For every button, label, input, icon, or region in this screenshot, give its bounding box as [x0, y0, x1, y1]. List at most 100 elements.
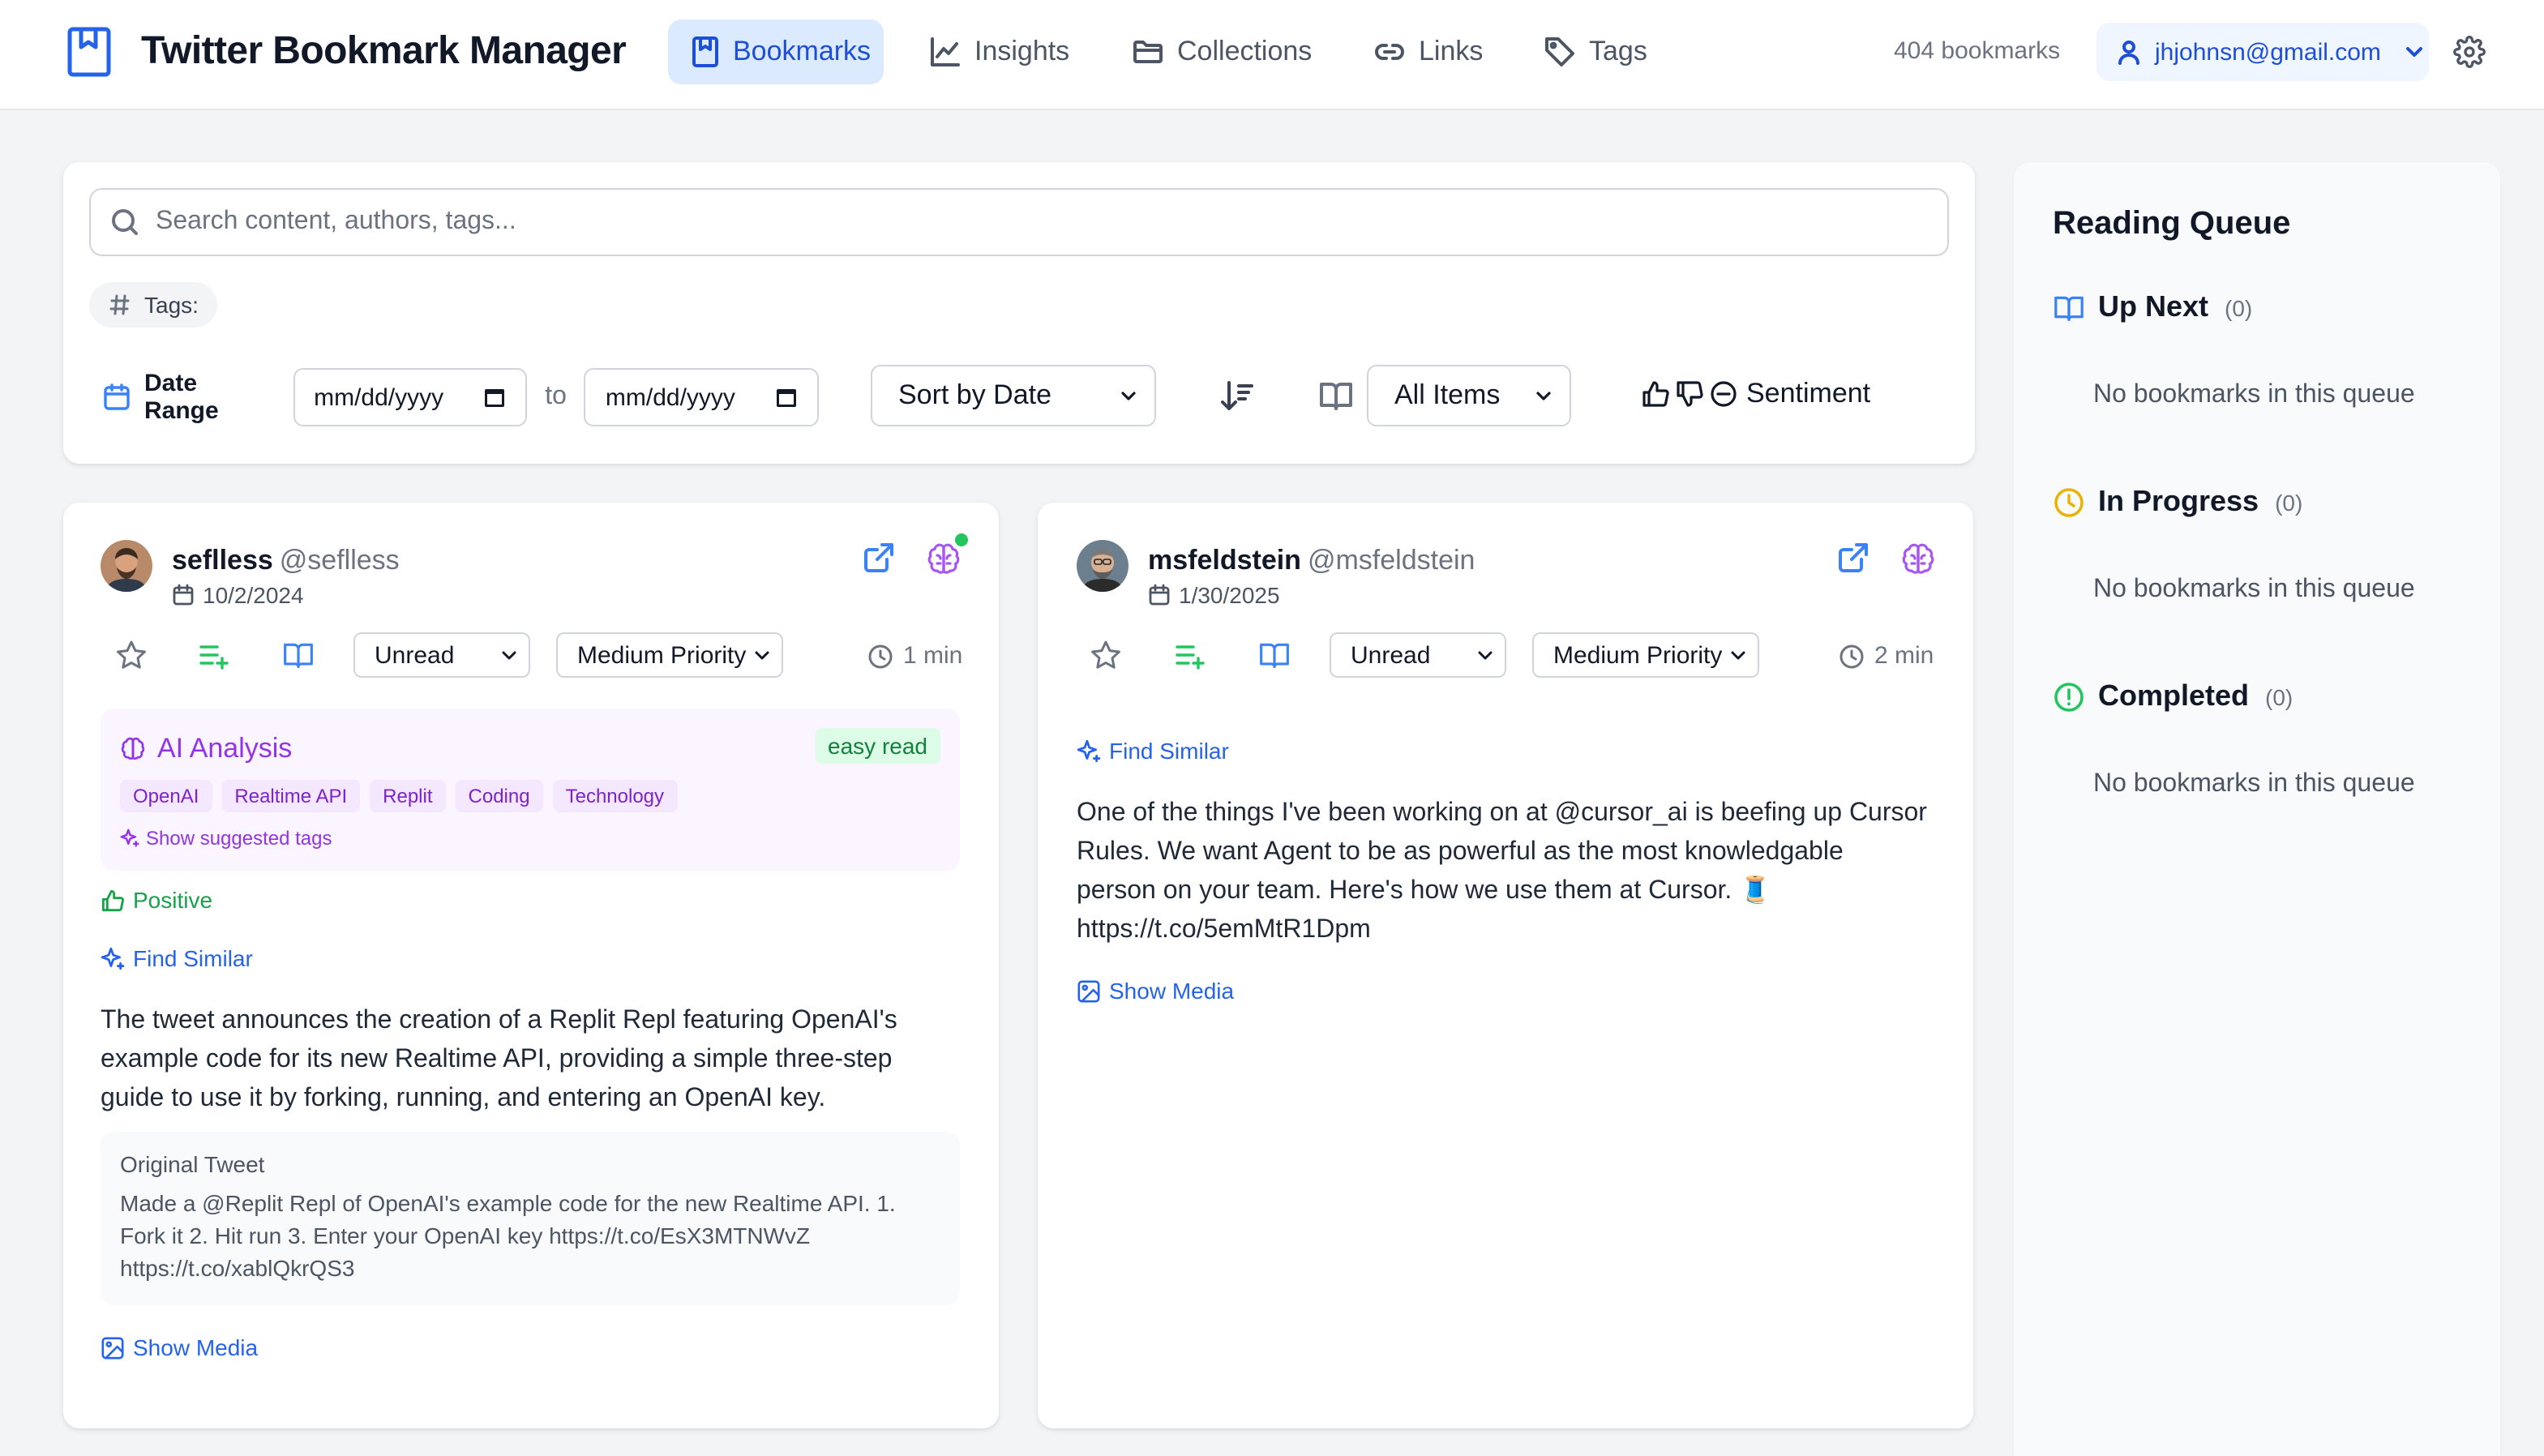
chevron-down-icon [499, 645, 519, 665]
read-time: 2 min [1839, 642, 1934, 670]
original-tweet-box: Original Tweet Made a @Replit Repl of Op… [101, 1132, 960, 1305]
nav-collections[interactable]: Collections [1109, 19, 1334, 84]
gear-icon[interactable] [2453, 36, 2486, 68]
queue-section-count: (0) [2225, 294, 2253, 320]
thumbs-up-icon [101, 888, 125, 912]
tag-icon [1544, 36, 1576, 68]
read-book-icon[interactable] [282, 639, 315, 671]
image-icon [101, 1335, 125, 1360]
ai-title-text: AI Analysis [157, 733, 293, 764]
find-similar-button[interactable]: Find Similar [101, 945, 253, 971]
nav-tags[interactable]: Tags [1521, 19, 1670, 84]
neutral-icon[interactable] [1709, 379, 1738, 409]
status-select[interactable]: Unread [353, 632, 530, 678]
calendar-picker-icon[interactable] [483, 386, 506, 409]
nav-bookmarks[interactable]: Bookmarks [668, 19, 884, 84]
calendar-icon [1148, 584, 1171, 606]
add-to-queue-icon[interactable] [198, 639, 230, 671]
nav-collections-label: Collections [1177, 36, 1313, 66]
sort-direction-icon[interactable] [1219, 379, 1255, 412]
ai-tag[interactable]: Replit [370, 780, 446, 812]
star-icon[interactable] [1090, 639, 1122, 671]
ai-tag[interactable]: Realtime API [221, 780, 361, 812]
hash-icon [109, 293, 131, 316]
priority-select[interactable]: Medium Priority [1532, 632, 1759, 678]
external-link-icon[interactable] [863, 542, 895, 574]
nav-links[interactable]: Links [1351, 19, 1505, 84]
original-tweet-text: Made a @Replit Repl of OpenAI's example … [120, 1190, 896, 1281]
thumbs-down-icon[interactable] [1675, 379, 1704, 409]
brain-icon[interactable] [1900, 542, 1936, 577]
avatar [101, 540, 152, 592]
bookmark-card: seflless @seflless 10/2/2024 Unread Mediu… [63, 503, 999, 1428]
chevron-down-icon [1728, 645, 1748, 665]
calendar-picker-icon[interactable] [775, 386, 798, 409]
queue-empty-message: No bookmarks in this queue [2093, 381, 2415, 409]
sort-select[interactable]: Sort by Date [871, 365, 1156, 426]
sparkles-icon [1077, 739, 1101, 763]
status-value: Unread [1351, 641, 1431, 669]
find-similar-button[interactable]: Find Similar [1077, 738, 1229, 764]
open-book-icon [2053, 293, 2085, 322]
sentiment-label: Sentiment [1746, 378, 1871, 409]
date-to-input[interactable]: mm/dd/yyyy [584, 368, 820, 426]
chevron-down-icon [1534, 386, 1553, 405]
reading-queue-title: Reading Queue [2053, 206, 2291, 242]
sentiment-text: Positive [133, 887, 213, 913]
date-range-filter: Date Range mm/dd/yyyy to mm/dd/yyyy [86, 360, 820, 435]
thumbs-up-icon[interactable] [1641, 379, 1670, 409]
priority-value: Medium Priority [1553, 641, 1723, 669]
read-time: 1 min [867, 642, 962, 670]
show-suggested-tags-button[interactable]: Show suggested tags [120, 827, 332, 850]
tweet-text: One of the things I've been working on a… [1077, 799, 1927, 944]
clock-icon [867, 643, 893, 669]
queue-empty-message: No bookmarks in this queue [2093, 576, 2415, 603]
brain-icon [120, 736, 146, 762]
nav-links-label: Links [1419, 36, 1484, 66]
queue-in-progress-header: In Progress (0) [2053, 485, 2302, 519]
author-display-name: msfeldstein [1148, 545, 1301, 576]
clock-icon [2053, 486, 2085, 518]
show-media-button[interactable]: Show Media [101, 1334, 258, 1360]
show-media-button[interactable]: Show Media [1077, 978, 1234, 1004]
status-value: Unread [375, 641, 455, 669]
add-to-queue-icon[interactable] [1174, 639, 1206, 671]
sparkles-icon [120, 829, 139, 848]
ai-tag[interactable]: Coding [455, 780, 543, 812]
author-name[interactable]: msfeldstein @msfeldstein [1148, 545, 1475, 577]
star-icon[interactable] [115, 639, 148, 671]
show-media-label: Show Media [133, 1334, 259, 1360]
sentiment-filter[interactable]: Sentiment [1641, 378, 1870, 410]
open-book-icon [1318, 379, 1354, 412]
date-from-value: mm/dd/yyyy [314, 383, 444, 411]
ai-tag[interactable]: Technology [552, 780, 678, 812]
author-name[interactable]: seflless @seflless [172, 545, 400, 577]
status-select[interactable]: Unread [1330, 632, 1506, 678]
search-input[interactable] [156, 208, 1874, 237]
search-icon [110, 208, 139, 237]
nav-insights[interactable]: Insights [906, 19, 1092, 84]
read-book-icon[interactable] [1258, 639, 1291, 671]
tags-label: Tags: [144, 292, 199, 318]
tweet-summary: The tweet announces the creation of a Re… [101, 1007, 897, 1112]
search-bar[interactable] [89, 188, 1949, 256]
date-from-input[interactable]: mm/dd/yyyy [293, 368, 528, 426]
ai-tag-list: OpenAI Realtime API Replit Coding Techno… [120, 780, 678, 812]
bookmark-count: 404 bookmarks [1894, 37, 2061, 65]
items-filter-select[interactable]: All Items [1367, 365, 1571, 426]
user-menu-button[interactable]: jhjohnsn@gmail.com [2096, 23, 2429, 81]
sparkles-icon [101, 946, 125, 970]
queue-section-count: (0) [2265, 683, 2293, 709]
tweet-date: 1/30/2025 [1148, 582, 1280, 608]
priority-select[interactable]: Medium Priority [556, 632, 783, 678]
external-link-icon[interactable] [1837, 542, 1869, 574]
clock-icon [1839, 643, 1865, 669]
queue-empty-message: No bookmarks in this queue [2093, 770, 2415, 798]
brain-icon[interactable] [926, 542, 961, 577]
tags-filter-chip[interactable]: Tags: [89, 282, 218, 328]
user-email: jhjohnsn@gmail.com [2155, 38, 2381, 66]
ai-tag[interactable]: OpenAI [120, 780, 212, 812]
queue-section-label: In Progress [2098, 485, 2259, 517]
author-display-name: seflless [172, 545, 273, 576]
analyzed-indicator [955, 533, 968, 546]
